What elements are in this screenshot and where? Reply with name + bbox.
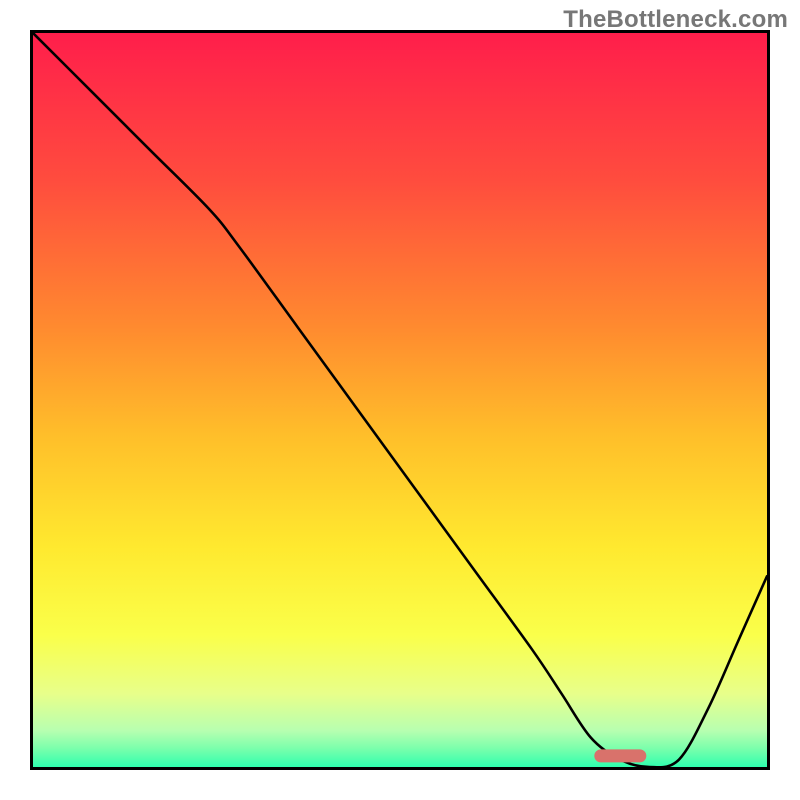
- chart-container: TheBottleneck.com: [0, 0, 800, 800]
- plot-frame: [30, 30, 770, 770]
- curve-path: [33, 33, 767, 767]
- watermark-text: TheBottleneck.com: [563, 6, 788, 34]
- curve-layer: [33, 33, 767, 767]
- optimum-marker: [595, 749, 646, 762]
